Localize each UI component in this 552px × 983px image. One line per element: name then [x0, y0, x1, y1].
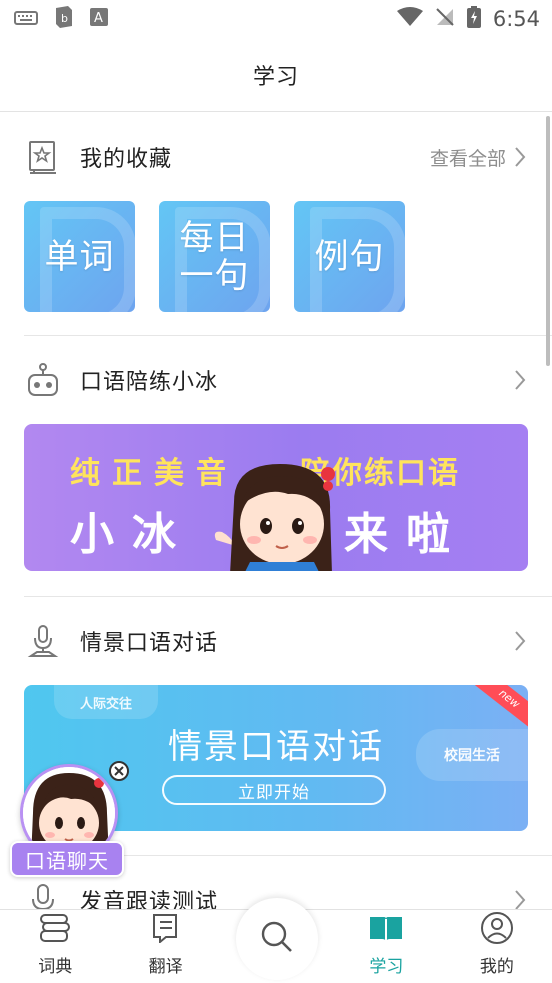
nav-label: 翻译 [148, 957, 183, 977]
dictionary-icon [37, 910, 73, 946]
xiaobing-character-illustration [214, 464, 335, 571]
chevron-right-icon [514, 888, 528, 909]
nav-item-dictionary[interactable]: 词典 [0, 910, 110, 983]
favorite-tile-daily-sentence[interactable]: 每日 一句 [159, 201, 270, 312]
robot-icon [26, 363, 60, 397]
status-bar: b A 6:54 [0, 0, 552, 38]
xiaobing-header[interactable]: 口语陪练小冰 [0, 336, 552, 424]
xiaobing-banner[interactable]: 纯正美音 陪你练口语 小冰 来啦 [24, 424, 528, 571]
profile-icon [479, 910, 515, 946]
view-all-label: 查看全部 [429, 147, 506, 170]
pronunciation-title: 发音跟读测试 [80, 890, 219, 909]
close-icon[interactable] [108, 760, 130, 782]
wifi-icon [396, 6, 423, 32]
nav-label: 词典 [38, 957, 73, 977]
star-book-icon [26, 140, 60, 174]
page-title: 学习 [252, 64, 299, 90]
scene-dialog-header[interactable]: 情景口语对话 [0, 597, 552, 685]
book-icon [368, 910, 404, 946]
status-time: 6:54 [492, 7, 540, 31]
xiaobing-more[interactable] [514, 368, 528, 392]
svg-text:A: A [94, 11, 103, 26]
favorites-header[interactable]: 我的收藏 查看全部 [0, 113, 552, 201]
tile-label: 每日 一句 [179, 217, 250, 296]
favorites-tiles: 单词 每日 一句 例句 [0, 201, 552, 335]
favorites-title: 我的收藏 [80, 147, 173, 172]
keyboard-icon [14, 7, 38, 31]
banner-line2-left: 小冰 [70, 509, 194, 560]
translate-icon [148, 910, 184, 946]
search-button[interactable] [236, 898, 318, 980]
scene-dialog-title: 情景口语对话 [80, 631, 219, 656]
nav-item-study[interactable]: 学习 [331, 910, 441, 983]
favorite-tile-examples[interactable]: 例句 [294, 201, 405, 312]
xiaobing-banner-wrap: 纯正美音 陪你练口语 小冰 来啦 [0, 424, 552, 596]
search-icon [260, 920, 294, 958]
microphone-stand-icon [26, 624, 60, 658]
nav-item-translate[interactable]: 翻译 [110, 910, 220, 983]
microphone-icon [26, 883, 60, 909]
nav-label: 我的 [479, 957, 514, 977]
tile-label: 单词 [44, 236, 115, 277]
nav-label: 学习 [369, 957, 404, 977]
svg-text:b: b [61, 12, 68, 25]
chevron-right-icon [514, 145, 528, 169]
banner-tag-social: 人际交往 [54, 685, 158, 719]
pronunciation-more[interactable] [514, 888, 528, 909]
battery-charging-icon [466, 5, 481, 33]
scene-dialog-more[interactable] [514, 629, 528, 653]
app-badge-icon: b [54, 5, 74, 33]
chevron-right-icon [514, 368, 528, 392]
nav-item-profile[interactable]: 我的 [442, 910, 552, 983]
title-bar: 学习 [0, 38, 552, 112]
banner-line2-right: 来啦 [344, 509, 468, 560]
start-now-button[interactable]: 立即开始 [162, 775, 386, 805]
tile-label: 例句 [314, 236, 385, 277]
xiaobing-title: 口语陪练小冰 [80, 370, 219, 395]
favorite-tile-words[interactable]: 单词 [24, 201, 135, 312]
banner-title: 情景口语对话 [168, 727, 384, 767]
no-signal-icon [435, 7, 455, 32]
oral-chat-button[interactable]: 口语聊天 [10, 841, 124, 877]
chevron-right-icon [514, 629, 528, 653]
app-a-icon: A [90, 7, 108, 31]
view-all-link[interactable]: 查看全部 [430, 144, 528, 171]
scrollbar-thumb[interactable] [546, 116, 550, 366]
